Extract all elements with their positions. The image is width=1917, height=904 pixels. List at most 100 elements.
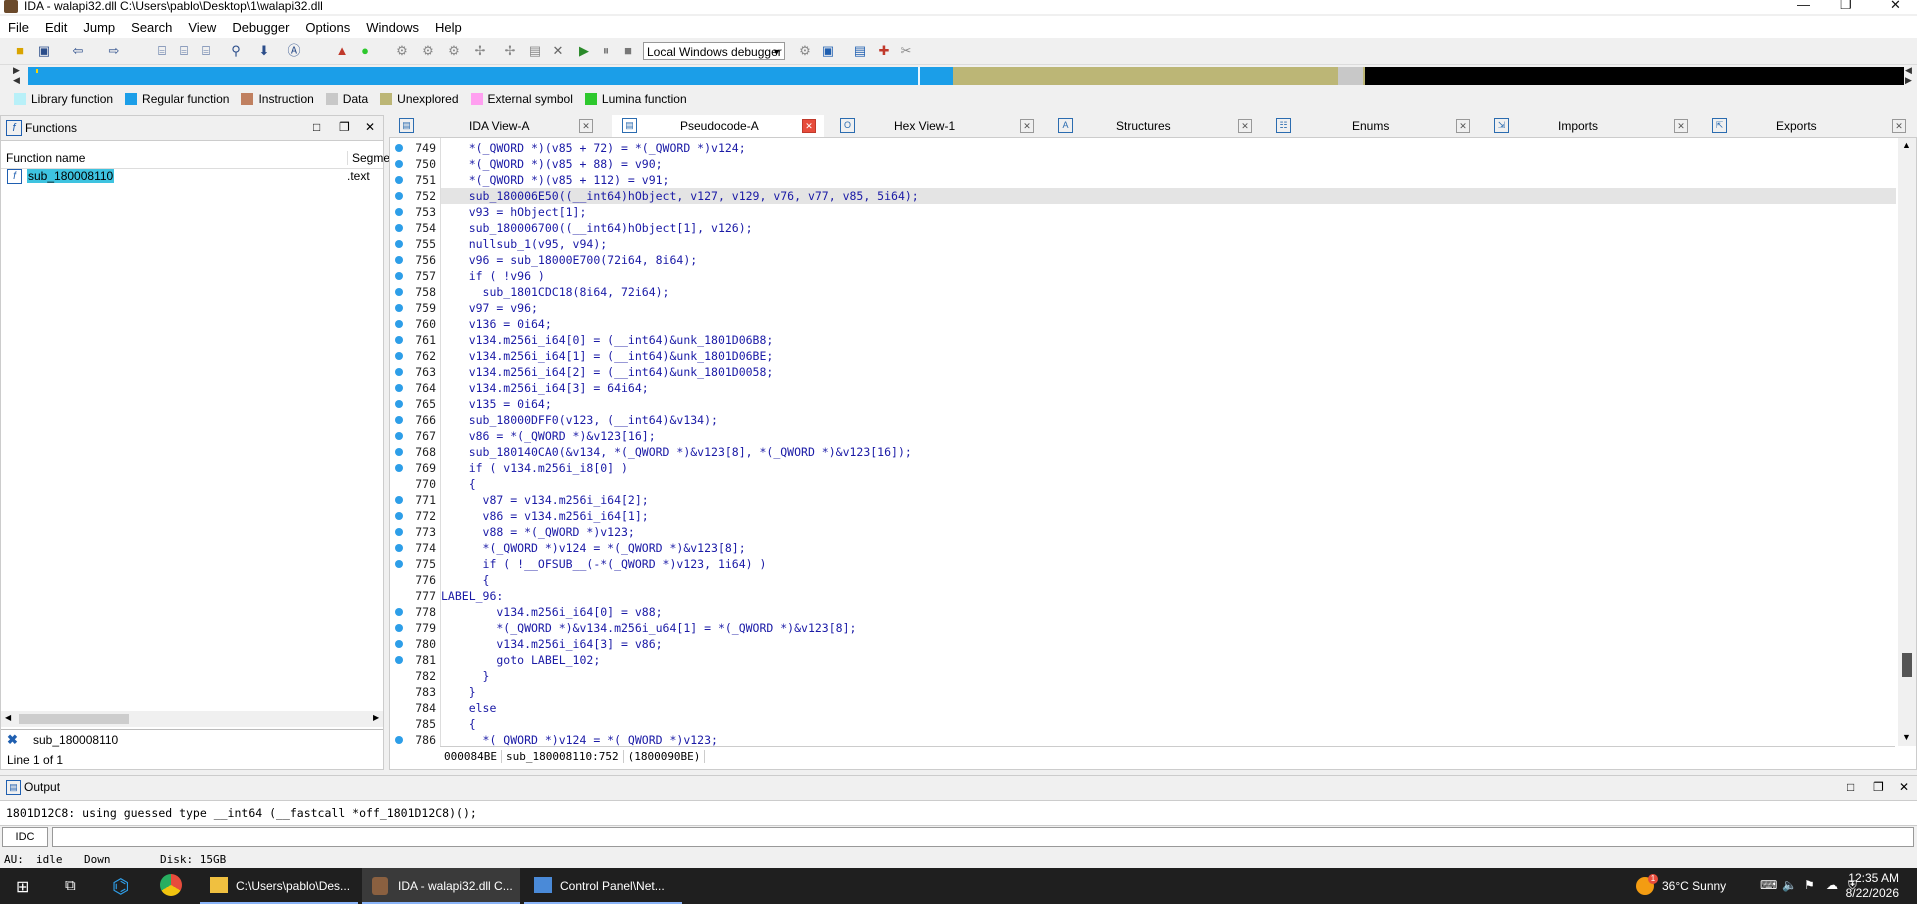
- code-line[interactable]: v134.m256i_i64[2] = (__int64)&unk_1801D0…: [441, 364, 1896, 380]
- menu-search[interactable]: Search: [123, 20, 180, 35]
- panel-float-icon[interactable]: ❐: [339, 120, 350, 134]
- code-line[interactable]: v134.m256i_i64[1] = (__int64)&unk_1801D0…: [441, 348, 1896, 364]
- breakpoint-dot-icon[interactable]: [395, 400, 403, 408]
- clear-filter-icon[interactable]: ✖: [7, 732, 18, 748]
- code-line[interactable]: v88 = *(_QWORD *)v123;: [441, 524, 1896, 540]
- xref-icon[interactable]: ⌸: [176, 43, 192, 59]
- breakpoint-dot-icon[interactable]: [395, 256, 403, 264]
- breakpoint-dot-icon[interactable]: [395, 368, 403, 376]
- minimize-button[interactable]: —: [1797, 0, 1810, 12]
- code-body[interactable]: *(_QWORD *)(v85 + 72) = *(_QWORD *)v124;…: [440, 138, 1896, 746]
- chrome-button[interactable]: [150, 868, 192, 904]
- menu-help[interactable]: Help: [427, 20, 470, 35]
- breakpoint-dot-icon[interactable]: [395, 336, 403, 344]
- vscode-button[interactable]: ⌬: [102, 868, 144, 904]
- breakpoint-dot-icon[interactable]: [395, 512, 403, 520]
- breakpoint-dot-icon[interactable]: [395, 352, 403, 360]
- horizontal-scrollbar[interactable]: ◀ ▶: [1, 711, 383, 727]
- code-line[interactable]: sub_1801CDC18(8i64, 72i64);: [441, 284, 1896, 300]
- breakpoint-dot-icon[interactable]: [395, 736, 403, 744]
- close-tab-icon[interactable]: ✕: [1238, 119, 1252, 133]
- back-arrow-icon[interactable]: ⇦: [70, 43, 86, 59]
- pause-icon[interactable]: ⏸: [598, 43, 614, 59]
- save-icon[interactable]: ▣: [36, 43, 52, 59]
- code-line[interactable]: *(_QWORD *)(v85 + 72) = *(_QWORD *)v124;: [441, 140, 1896, 156]
- breakpoint-dot-icon[interactable]: [395, 240, 403, 248]
- start-button[interactable]: ⊞: [0, 868, 48, 904]
- plugin-icon[interactable]: ✢: [472, 43, 488, 59]
- debug-options-icon[interactable]: ⚙: [797, 43, 813, 59]
- weather-widget[interactable]: 1 36°C Sunny: [1630, 868, 1758, 904]
- keyboard-icon[interactable]: ⌨: [1760, 878, 1777, 892]
- breakpoint-dot-icon[interactable]: [395, 224, 403, 232]
- breakpoint-dot-icon[interactable]: [395, 432, 403, 440]
- graph-icon[interactable]: ▲: [334, 43, 350, 59]
- breakpoint-dot-icon[interactable]: [395, 320, 403, 328]
- breakpoint-dot-icon[interactable]: [395, 624, 403, 632]
- clock[interactable]: 12:35 AM 8/22/2026: [1846, 871, 1899, 901]
- open-icon[interactable]: ■: [12, 43, 28, 59]
- tab-pseudocode-a[interactable]: ▤ Pseudocode-A ✕: [612, 115, 824, 137]
- panel-maximize-icon[interactable]: □: [1847, 780, 1854, 794]
- lumina-icon[interactable]: ●: [357, 43, 373, 59]
- close-x-icon[interactable]: ✕: [550, 43, 566, 59]
- code-line[interactable]: *(_QWORD *)(v85 + 112) = v91;: [441, 172, 1896, 188]
- tab-enums[interactable]: ☷ Enums ✕: [1266, 115, 1478, 137]
- code-line[interactable]: *(_QWORD *)&v134.m256i_u64[1] = *(_QWORD…: [441, 620, 1896, 636]
- menu-jump[interactable]: Jump: [75, 20, 123, 35]
- taskbar-item-control-panel[interactable]: Control Panel\Net...: [524, 868, 682, 904]
- down-arrow-icon[interactable]: ⬇: [256, 43, 272, 59]
- code-line[interactable]: else: [441, 700, 1896, 716]
- code-line[interactable]: goto LABEL_102;: [441, 652, 1896, 668]
- breakpoint-dot-icon[interactable]: [395, 160, 403, 168]
- code-line[interactable]: v87 = v134.m256i_i64[2];: [441, 492, 1896, 508]
- close-tab-icon[interactable]: ✕: [1456, 119, 1470, 133]
- code-line[interactable]: v136 = 0i64;: [441, 316, 1896, 332]
- code-line[interactable]: if ( !v96 ): [441, 268, 1896, 284]
- breakpoint-dot-icon[interactable]: [395, 288, 403, 296]
- code-line[interactable]: *(_QWORD *)v124 = *(_QWORD *)&v123[8];: [441, 540, 1896, 556]
- tab-imports[interactable]: ⇲ Imports ✕: [1484, 115, 1696, 137]
- play-icon[interactable]: ▶: [576, 43, 592, 59]
- close-tab-icon[interactable]: ✕: [802, 119, 816, 133]
- taskbar-item-explorer[interactable]: C:\Users\pablo\Des...: [200, 868, 358, 904]
- scroll-up-icon[interactable]: ▲: [1902, 140, 1911, 150]
- code-line[interactable]: v134.m256i_i64[3] = v86;: [441, 636, 1896, 652]
- code-line[interactable]: sub_180006E50((__int64)hObject, v127, v1…: [441, 188, 1896, 204]
- taskbar-item-ida[interactable]: IDA - walapi32.dll C...: [362, 868, 520, 904]
- code-line[interactable]: sub_180006700((__int64)hObject[1], v126)…: [441, 220, 1896, 236]
- close-tab-icon[interactable]: ✕: [1020, 119, 1034, 133]
- breakpoint-dot-icon[interactable]: [395, 304, 403, 312]
- maximize-button[interactable]: ❐: [1840, 0, 1852, 13]
- command-input[interactable]: [52, 827, 1914, 847]
- breakpoint-dot-icon[interactable]: [395, 528, 403, 536]
- breakpoint-dot-icon[interactable]: [395, 176, 403, 184]
- task-view-button[interactable]: ⧉: [52, 868, 94, 904]
- breakpoint-dot-icon[interactable]: [395, 496, 403, 504]
- breakpoint-dot-icon[interactable]: [395, 208, 403, 216]
- stop-icon[interactable]: ■: [620, 43, 636, 59]
- tab-structures[interactable]: A Structures ✕: [1048, 115, 1260, 137]
- menu-debugger[interactable]: Debugger: [224, 20, 297, 35]
- code-line[interactable]: {: [441, 716, 1896, 732]
- code-line[interactable]: }: [441, 668, 1896, 684]
- network-icon[interactable]: ⚑: [1804, 878, 1815, 892]
- close-tab-icon[interactable]: ✕: [579, 119, 593, 133]
- tab-hex-view-1[interactable]: O Hex View-1 ✕: [830, 115, 1042, 137]
- panel-close-icon[interactable]: ✕: [1899, 780, 1909, 794]
- code-line[interactable]: nullsub_1(v95, v94);: [441, 236, 1896, 252]
- breakpoint-dot-icon[interactable]: [395, 384, 403, 392]
- vertical-scrollbar[interactable]: ▲ ▼: [1898, 138, 1916, 746]
- breakpoint-dot-icon[interactable]: [395, 656, 403, 664]
- code-line[interactable]: *(_QWORD *)(v85 + 88) = v90;: [441, 156, 1896, 172]
- scroll-thumb[interactable]: [19, 714, 129, 724]
- code-line[interactable]: if ( !__OFSUB__(-*(_QWORD *)v123, 1i64) …: [441, 556, 1896, 572]
- column-function-name[interactable]: Function name: [6, 151, 85, 165]
- column-segment[interactable]: Segme: [347, 151, 390, 165]
- move-icon[interactable]: ✢: [502, 43, 518, 59]
- code-line[interactable]: *(_QWORD *)v124 = *(_QWORD *)v123;: [441, 732, 1896, 746]
- segment-icon[interactable]: ⚙: [394, 43, 410, 59]
- breakpoint-dot-icon[interactable]: [395, 608, 403, 616]
- code-line[interactable]: {: [441, 572, 1896, 588]
- idc-button[interactable]: IDC: [2, 827, 48, 847]
